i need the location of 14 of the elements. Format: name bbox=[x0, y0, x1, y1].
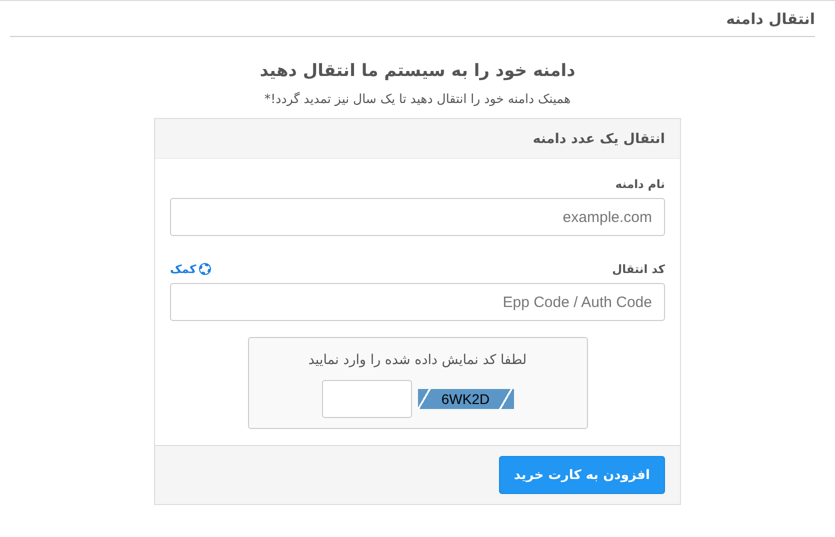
life-ring-icon bbox=[199, 263, 212, 275]
heading: دامنه خود را به سیستم ما انتقال دهید bbox=[260, 61, 576, 81]
card-title: انتقال یک عدد دامنه bbox=[532, 130, 665, 146]
captcha-prompt: لطفا کد نمایش داده شده را وارد نمایید bbox=[308, 352, 527, 368]
help-link[interactable]: کمک bbox=[170, 262, 212, 276]
captcha-image: 6WK2D bbox=[418, 389, 514, 409]
field-label: کد انتقال bbox=[612, 262, 665, 276]
input-field[interactable]: example.com bbox=[170, 198, 665, 236]
field-label: نام دامنه bbox=[615, 177, 665, 191]
page-title: انتقال دامنه bbox=[725, 9, 815, 30]
subheading: همینک دامنه خود را انتقال دهید تا یک سال نیز تمدید گردد!* bbox=[264, 91, 571, 106]
captcha-input[interactable] bbox=[322, 380, 412, 418]
add-to-cart-button[interactable]: افزودن به کارت خرید bbox=[498, 456, 665, 494]
input-field[interactable]: Epp Code / Auth Code bbox=[170, 283, 665, 321]
